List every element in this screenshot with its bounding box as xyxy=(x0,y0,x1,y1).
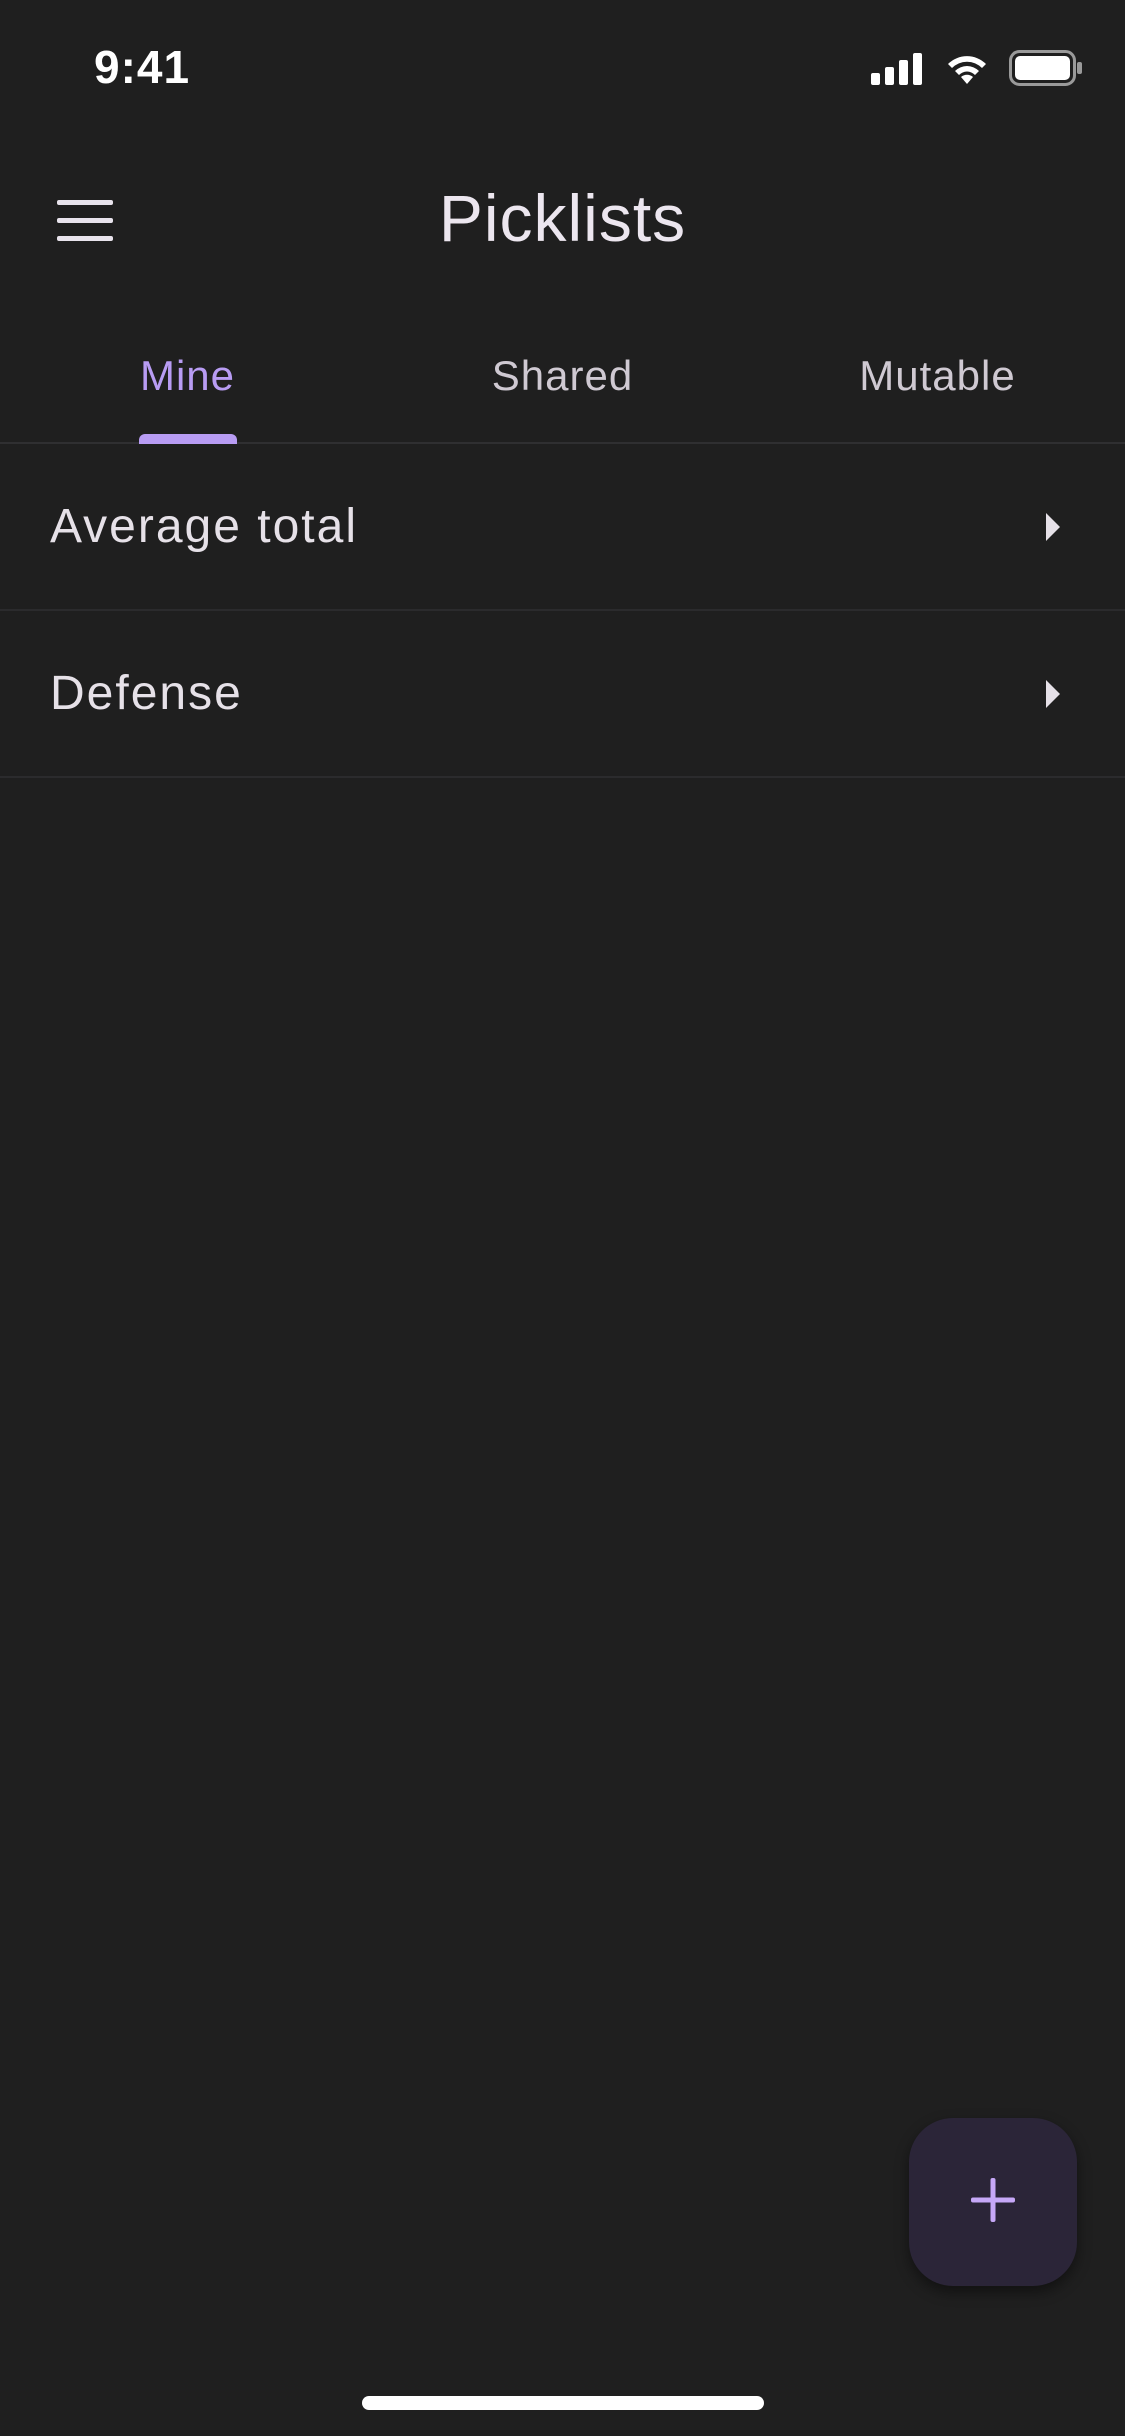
tab-shared[interactable]: Shared xyxy=(375,302,750,442)
chevron-right-icon xyxy=(1033,674,1073,714)
tab-label: Mine xyxy=(139,352,236,399)
tab-bar: Mine Shared Mutable xyxy=(0,302,1125,444)
tab-mine[interactable]: Mine xyxy=(0,302,375,444)
status-icons xyxy=(871,49,1083,91)
home-indicator[interactable] xyxy=(362,2396,764,2410)
wifi-icon xyxy=(943,50,991,91)
cellular-signal-icon xyxy=(871,51,925,90)
chevron-right-icon xyxy=(1033,507,1073,547)
status-time: 9:41 xyxy=(94,41,191,93)
battery-icon xyxy=(1009,49,1083,91)
list-item-label: Average total xyxy=(50,500,358,553)
status-bar: 9:41 xyxy=(0,0,1125,132)
page-title: Picklists xyxy=(438,181,687,255)
tab-label: Shared xyxy=(491,352,634,399)
tab-label: Mutable xyxy=(859,352,1016,399)
picklist-list: Average total Defense xyxy=(0,444,1125,778)
plus-icon xyxy=(970,2177,1016,2228)
app-bar: Picklists xyxy=(0,132,1125,302)
add-picklist-button[interactable] xyxy=(909,2118,1077,2286)
active-tab-indicator xyxy=(138,434,237,444)
list-item-defense[interactable]: Defense xyxy=(0,611,1125,778)
list-item-label: Defense xyxy=(50,667,243,720)
picklists-screen: 9:41 Picklists Mine Shared Mutable Avera… xyxy=(0,0,1125,2436)
list-item-average-total[interactable]: Average total xyxy=(0,444,1125,611)
tab-mutable[interactable]: Mutable xyxy=(750,302,1125,442)
